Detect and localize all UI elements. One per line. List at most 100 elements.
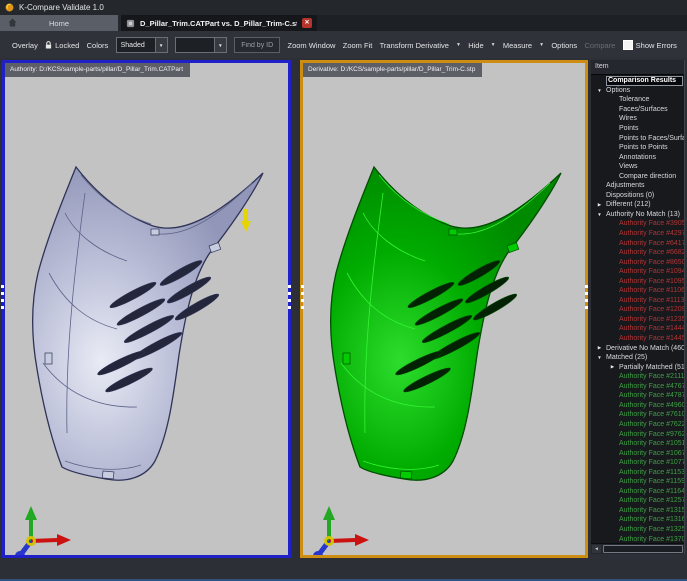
measure-button[interactable]: Measure ▼	[503, 41, 544, 50]
tree-row[interactable]: Points to Points	[591, 143, 684, 153]
tree-row[interactable]: Annotations	[591, 152, 684, 162]
authority-3d-model[interactable]	[5, 63, 288, 555]
tree-row[interactable]: Authority Face #10943	[591, 267, 684, 277]
tree-row[interactable]: Authority Face #14450	[591, 334, 684, 344]
tab-document[interactable]: D_Pillar_Trim.CATPart vs. D_Pillar_Trim-…	[121, 15, 317, 31]
tree-row[interactable]: Authority Face #10958	[591, 276, 684, 286]
tree-row-label: Authority Face #9762, De	[619, 431, 684, 438]
splitter-grip-icon[interactable]	[301, 285, 304, 309]
tree-expand-icon[interactable]: ▶	[593, 202, 606, 208]
tree-row[interactable]: Authority Face #7610, De	[591, 410, 684, 420]
tree-row[interactable]: Authority Face #10678, D	[591, 448, 684, 458]
scroll-left-arrow-icon[interactable]: ◄	[592, 545, 601, 553]
tree-row-label: Authority Face #12351	[619, 316, 684, 323]
tree-row[interactable]: Points to Faces/Surfaces	[591, 133, 684, 143]
tree-row-label: Dispositions (0)	[606, 192, 654, 199]
derivative-viewport[interactable]: Derivative: D:/KCS/sample-parts/pillar/D…	[300, 60, 588, 558]
tree-expand-icon[interactable]: ▼	[593, 212, 606, 217]
splitter-grip-icon[interactable]	[288, 285, 291, 309]
chevron-down-icon[interactable]: ▼	[539, 42, 544, 48]
splitter-grip-icon[interactable]	[1, 285, 4, 309]
chevron-down-icon[interactable]: ▼	[456, 42, 461, 48]
tree-row[interactable]: ▶Different (212)	[591, 200, 684, 210]
zoom-fit-label: Zoom Fit	[343, 41, 373, 50]
tree-row[interactable]: ▶Derivative No Match (460)	[591, 343, 684, 353]
colors-button[interactable]: Colors	[87, 41, 109, 50]
tree-row[interactable]: Authority Face #12351	[591, 315, 684, 325]
overlay-label: Overlay	[12, 41, 38, 50]
chevron-down-icon[interactable]: ▼	[214, 38, 226, 52]
tree-row[interactable]: Dispositions (0)	[591, 191, 684, 201]
tree-row[interactable]: ▼Options	[591, 86, 684, 96]
tree-row[interactable]: Authority Face #13254, D	[591, 525, 684, 535]
tree-row[interactable]: Authority Face #14440	[591, 324, 684, 334]
tree-row[interactable]: Wires	[591, 114, 684, 124]
toolbar: Overlay Locked Colors Shaded ▼ ▼ Zoom Wi…	[0, 31, 687, 59]
horizontal-scrollbar[interactable]: ◄	[591, 543, 684, 554]
tree-row[interactable]: Authority Face #11133	[591, 296, 684, 306]
tree-row[interactable]: Authority Face #10775, D	[591, 458, 684, 468]
show-errors-toggle[interactable]: Show Errors	[623, 40, 677, 50]
tree-row[interactable]: Authority Face #11532, D	[591, 467, 684, 477]
tree-row[interactable]: Authority Face #10511, D	[591, 439, 684, 449]
tree-row[interactable]: Authority Face #11641, D	[591, 487, 684, 497]
options-button[interactable]: Options	[551, 41, 577, 50]
tab-bar-empty	[317, 15, 687, 31]
tree-row[interactable]: Comparison Results	[591, 76, 684, 86]
tree-row[interactable]: Authority Face #9762, De	[591, 429, 684, 439]
authority-viewport-header: Authority: D:/KCS/sample-parts/pillar/D_…	[5, 63, 190, 77]
render-mode-select[interactable]: Shaded ▼	[116, 37, 168, 53]
tree-row[interactable]: Authority Face #13159, D	[591, 506, 684, 516]
tree-row-label: Different (212)	[606, 201, 651, 208]
scrollbar-thumb[interactable]	[603, 545, 683, 553]
tree-expand-icon[interactable]: ▶	[593, 345, 606, 351]
tree-row[interactable]: Adjustments	[591, 181, 684, 191]
tree-row[interactable]: Tolerance	[591, 95, 684, 105]
tab-close-icon[interactable]: ✕	[302, 18, 312, 28]
tree-row[interactable]: Authority Face #4767, De	[591, 382, 684, 392]
tree-expand-icon[interactable]: ▶	[606, 364, 619, 370]
tree-row[interactable]: ▼Authority No Match (13)	[591, 210, 684, 220]
tab-home[interactable]: Home	[0, 15, 118, 31]
locked-button[interactable]: Locked	[45, 41, 79, 50]
zoom-fit-button[interactable]: Zoom Fit	[343, 41, 373, 50]
tree-row[interactable]: Faces/Surfaces	[591, 105, 684, 115]
find-by-id-input[interactable]	[234, 37, 280, 53]
overlay-button[interactable]: Overlay	[12, 41, 38, 50]
show-errors-checkbox[interactable]	[623, 40, 633, 50]
splitter-grip-icon[interactable]	[585, 285, 588, 309]
transform-derivative-button[interactable]: Transform Derivative ▼	[380, 41, 461, 50]
zoom-window-button[interactable]: Zoom Window	[288, 41, 336, 50]
chevron-down-icon[interactable]: ▼	[155, 38, 167, 52]
authority-viewport[interactable]: Authority: D:/KCS/sample-parts/pillar/D_…	[2, 60, 291, 558]
tree-row[interactable]: Authority Face #12095	[591, 305, 684, 315]
tree-row[interactable]: Authority Face #12574, D	[591, 496, 684, 506]
tree-row[interactable]: Authority Face #8650	[591, 257, 684, 267]
tree-row[interactable]: Compare direction	[591, 171, 684, 181]
tree-row[interactable]: Authority Face #4297	[591, 229, 684, 239]
lock-icon	[45, 41, 52, 49]
tree-row[interactable]: Authority Face #6682	[591, 248, 684, 258]
tree-row[interactable]: Authority Face #11068	[591, 286, 684, 296]
tree-row[interactable]: Authority Face #4787, De	[591, 391, 684, 401]
tree-row[interactable]: ▼Matched (25)	[591, 353, 684, 363]
tree-row[interactable]: Authority Face #13169, D	[591, 515, 684, 525]
secondary-select[interactable]: ▼	[175, 37, 227, 53]
derivative-3d-model[interactable]	[303, 63, 585, 555]
tree-row[interactable]: Authority Face #7622, De	[591, 420, 684, 430]
tree-row[interactable]: Authority Face #6417	[591, 238, 684, 248]
tree-row[interactable]: Authority Face #4960, De	[591, 401, 684, 411]
tree-row[interactable]: Views	[591, 162, 684, 172]
tree-row[interactable]: ▶Partially Matched (516)	[591, 362, 684, 372]
tree-row[interactable]: Authority Face #2111, De	[591, 372, 684, 382]
tree-row[interactable]: Points	[591, 124, 684, 134]
tree-expand-icon[interactable]: ▼	[593, 355, 606, 360]
tree-rows: Comparison Results▼OptionsToleranceFaces…	[591, 75, 684, 543]
tree-row[interactable]: Authority Face #13703, D	[591, 534, 684, 543]
tree-row-label: Points to Points	[619, 144, 668, 151]
hide-button[interactable]: Hide ▼	[468, 41, 495, 50]
chevron-down-icon[interactable]: ▼	[491, 42, 496, 48]
tree-row[interactable]: Authority Face #3905	[591, 219, 684, 229]
tree-row[interactable]: Authority Face #11593, D	[591, 477, 684, 487]
tree-expand-icon[interactable]: ▼	[593, 88, 606, 93]
